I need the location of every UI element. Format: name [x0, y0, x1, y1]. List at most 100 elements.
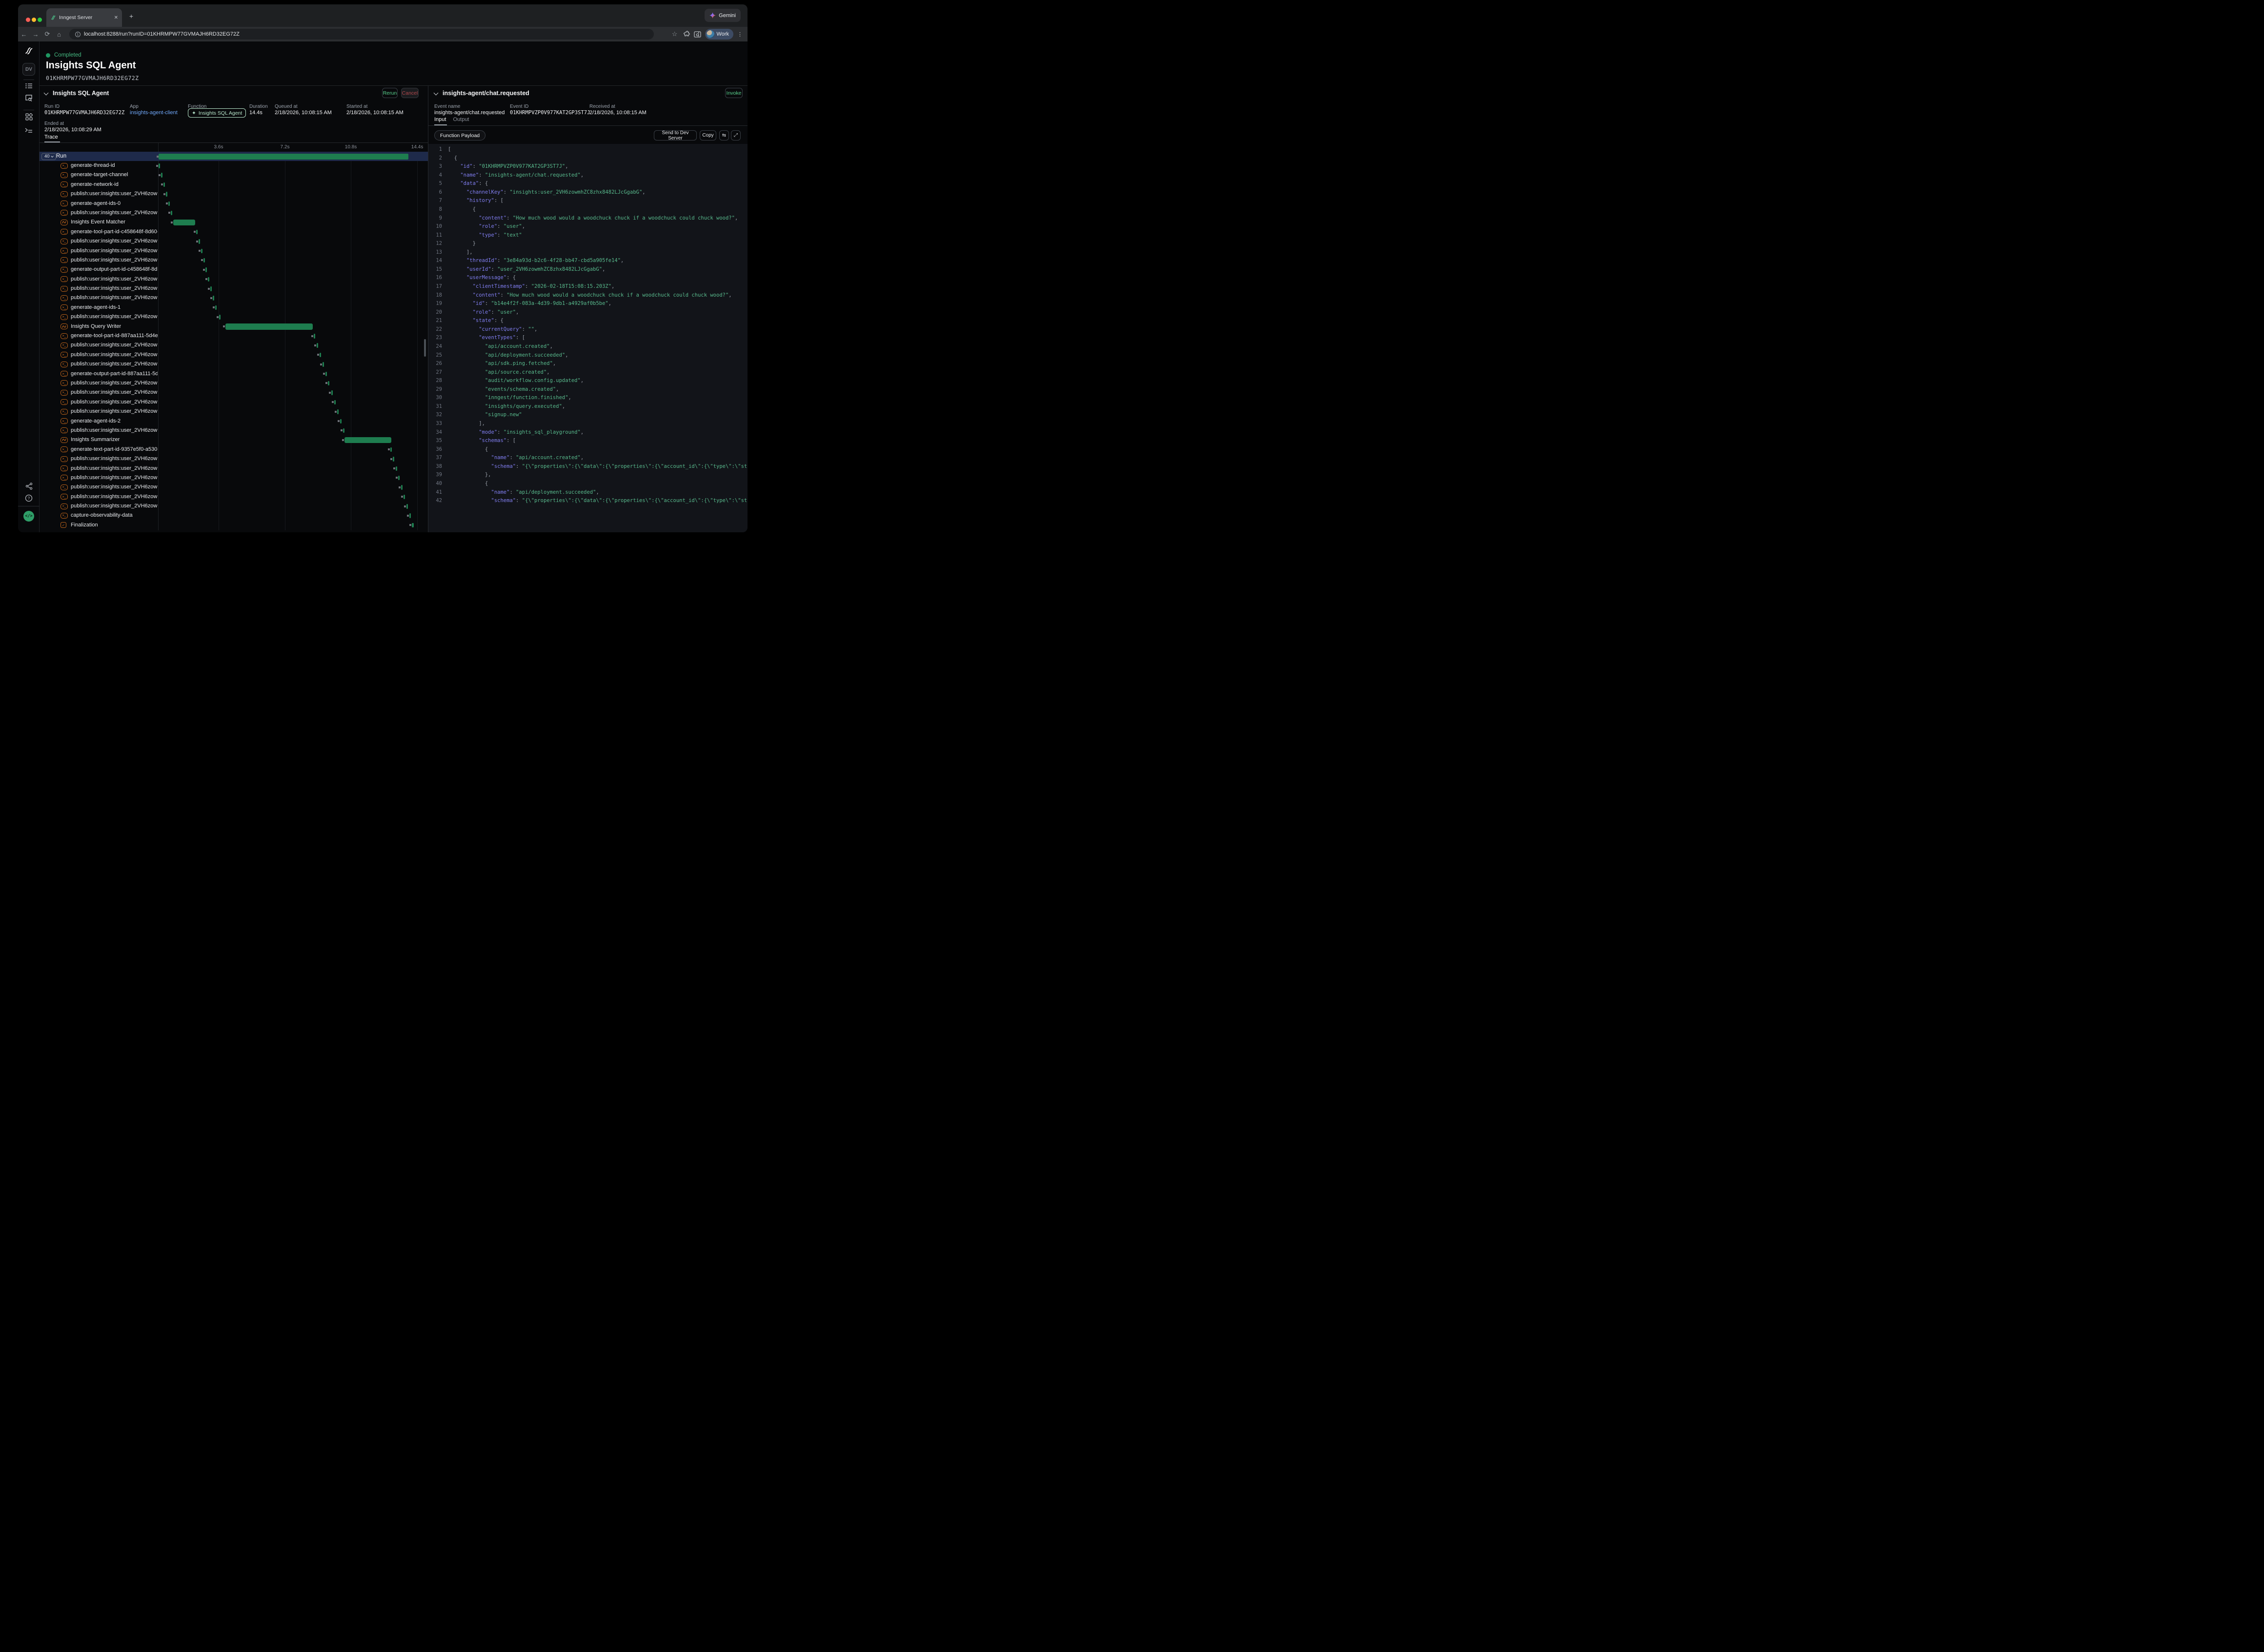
sidebar-item-functions[interactable]: [18, 127, 40, 134]
event-section-header[interactable]: insights-agent/chat.requested Invoke: [428, 85, 748, 100]
close-window-button[interactable]: [26, 18, 30, 22]
browser-menu-icon[interactable]: ⋮: [737, 31, 743, 38]
span-bar[interactable]: [199, 239, 200, 244]
span-bar[interactable]: [344, 437, 391, 443]
trace-row[interactable]: >_publish:user:insights:user_2VH6zowmh..…: [40, 464, 428, 473]
sidebar-item-events[interactable]: [18, 94, 40, 101]
span-bar[interactable]: [161, 173, 162, 178]
span-bar[interactable]: [404, 495, 405, 500]
span-bar[interactable]: [390, 447, 392, 452]
span-bar[interactable]: [343, 428, 344, 433]
trace-row[interactable]: >_publish:user:insights:user_2VH6zowmh..…: [40, 492, 428, 502]
span-bar[interactable]: [168, 201, 170, 206]
trace-scrollbar[interactable]: [424, 339, 426, 357]
home-icon[interactable]: ⌂: [53, 31, 65, 38]
tab-search-icon[interactable]: [694, 31, 701, 38]
run-span-bar[interactable]: [159, 154, 408, 160]
span-bar[interactable]: [337, 409, 339, 414]
trace-row[interactable]: >_publish:user:insights:user_2VH6zowmh..…: [40, 341, 428, 350]
payload-code-editor[interactable]: 1[2 {3 "id": "01KHRMPVZP0V977KAT2GP3ST7J…: [428, 144, 748, 532]
browser-tab[interactable]: Inngest Server ✕: [46, 8, 122, 27]
new-tab-button[interactable]: +: [129, 12, 133, 20]
back-icon[interactable]: ←: [18, 31, 30, 38]
span-bar[interactable]: [171, 211, 172, 216]
trace-row[interactable]: >_publish:user:insights:user_2VH6zowmh..…: [40, 237, 428, 246]
invoke-button[interactable]: Invoke: [725, 88, 743, 98]
span-bar[interactable]: [325, 372, 327, 377]
span-bar[interactable]: [323, 362, 324, 367]
trace-row[interactable]: >_publish:user:insights:user_2VH6zowmh..…: [40, 502, 428, 511]
span-bar[interactable]: [219, 315, 221, 320]
trace-row[interactable]: >_publish:user:insights:user_2VH6zowmh..…: [40, 208, 428, 218]
function-payload-button[interactable]: Function Payload: [434, 130, 485, 141]
span-bar[interactable]: [320, 353, 321, 358]
sidebar-app-badge[interactable]: DV: [18, 63, 40, 76]
cancel-button[interactable]: Cancel: [401, 88, 419, 98]
trace-row[interactable]: ✓Finalization: [40, 521, 428, 530]
span-bar[interactable]: [409, 513, 411, 518]
trace-row[interactable]: >_publish:user:insights:user_2VH6zowmh..…: [40, 483, 428, 492]
trace-row[interactable]: >_publish:user:insights:user_2VH6zowmh..…: [40, 189, 428, 199]
run-section-header[interactable]: Insights SQL Agent Rerun Cancel: [40, 85, 428, 100]
trace-row[interactable]: >_publish:user:insights:user_2VH6zowmh..…: [40, 350, 428, 360]
trace-row[interactable]: >_publish:user:insights:user_2VH6zowmh..…: [40, 275, 428, 284]
trace-row[interactable]: >_publish:user:insights:user_2VH6zowmh..…: [40, 256, 428, 265]
span-bar[interactable]: [398, 476, 400, 481]
span-bar[interactable]: [159, 163, 160, 168]
span-bar[interactable]: [334, 400, 336, 405]
inngest-logo-icon[interactable]: [18, 46, 40, 55]
gemini-badge[interactable]: Gemini: [705, 9, 741, 22]
trace-row[interactable]: Insights Query Writer: [40, 322, 428, 331]
span-bar[interactable]: [173, 220, 195, 226]
trace-row[interactable]: >_generate-output-part-id-c458648f-8d6..…: [40, 265, 428, 274]
trace-row[interactable]: Insights Event Matcher: [40, 218, 428, 227]
profile-chip[interactable]: Work: [705, 29, 733, 40]
span-bar[interactable]: [328, 381, 329, 386]
trace-row[interactable]: >_publish:user:insights:user_2VH6zowmh..…: [40, 473, 428, 483]
send-to-dev-server-button[interactable]: Send to Dev Server: [654, 130, 697, 141]
trace-row[interactable]: >_generate-agent-ids-2: [40, 417, 428, 426]
span-bar[interactable]: [166, 192, 167, 197]
span-bar[interactable]: [406, 504, 408, 509]
trace-run-row[interactable]: 40 Run: [40, 152, 428, 161]
span-bar[interactable]: [340, 419, 342, 424]
trace-row[interactable]: >_publish:user:insights:user_2VH6zowmh..…: [40, 246, 428, 256]
sidebar-item-runs[interactable]: [18, 82, 40, 89]
function-badge[interactable]: ✦Insights SQL Agent: [188, 108, 246, 118]
url-bar[interactable]: i localhost:8288/run?runID=01KHRMPW77GVM…: [69, 29, 654, 40]
share-icon[interactable]: [18, 483, 40, 490]
trace-row[interactable]: >_generate-target-channel: [40, 170, 428, 180]
dev-server-button[interactable]: </>: [18, 511, 40, 522]
tab-close-icon[interactable]: ✕: [114, 15, 118, 20]
expand-icon[interactable]: ⤢: [731, 130, 741, 141]
trace-row[interactable]: >_generate-tool-part-id-c458648f-8d60-..…: [40, 227, 428, 237]
tab-input[interactable]: Input: [434, 117, 446, 122]
span-bar[interactable]: [203, 258, 205, 263]
span-count-badge[interactable]: 40: [41, 153, 56, 160]
extensions-icon[interactable]: [683, 31, 690, 38]
trace-row[interactable]: >_publish:user:insights:user_2VH6zowmh..…: [40, 398, 428, 407]
trace-row[interactable]: >_generate-output-part-id-887aa111-5d4e.…: [40, 369, 428, 379]
trace-row[interactable]: >_capture-observability-data: [40, 511, 428, 520]
trace-row[interactable]: >_publish:user:insights:user_2VH6zowmh..…: [40, 407, 428, 416]
site-info-icon[interactable]: i: [75, 32, 81, 37]
span-bar[interactable]: [215, 305, 217, 310]
span-bar[interactable]: [396, 466, 397, 471]
span-bar[interactable]: [210, 286, 212, 291]
span-bar[interactable]: [314, 334, 315, 339]
span-bar[interactable]: [201, 249, 202, 254]
help-icon[interactable]: ?: [18, 494, 40, 502]
span-bar[interactable]: [225, 323, 313, 330]
span-bar[interactable]: [196, 230, 198, 235]
trace-row[interactable]: >_publish:user:insights:user_2VH6zowmh..…: [40, 360, 428, 369]
app-link[interactable]: insights-agent-client: [130, 110, 178, 116]
span-bar[interactable]: [163, 182, 165, 187]
trace-row[interactable]: >_generate-thread-id: [40, 161, 428, 170]
span-bar[interactable]: [208, 277, 209, 282]
span-bar[interactable]: [205, 267, 207, 272]
trace-row[interactable]: >_publish:user:insights:user_2VH6zowmh..…: [40, 312, 428, 322]
reload-icon[interactable]: ⟳: [41, 30, 53, 38]
trace-row[interactable]: >_generate-text-part-id-9357e5f0-a530-4.…: [40, 445, 428, 454]
span-bar[interactable]: [331, 390, 333, 395]
trace-row[interactable]: >_publish:user:insights:user_2VH6zowmh..…: [40, 426, 428, 435]
